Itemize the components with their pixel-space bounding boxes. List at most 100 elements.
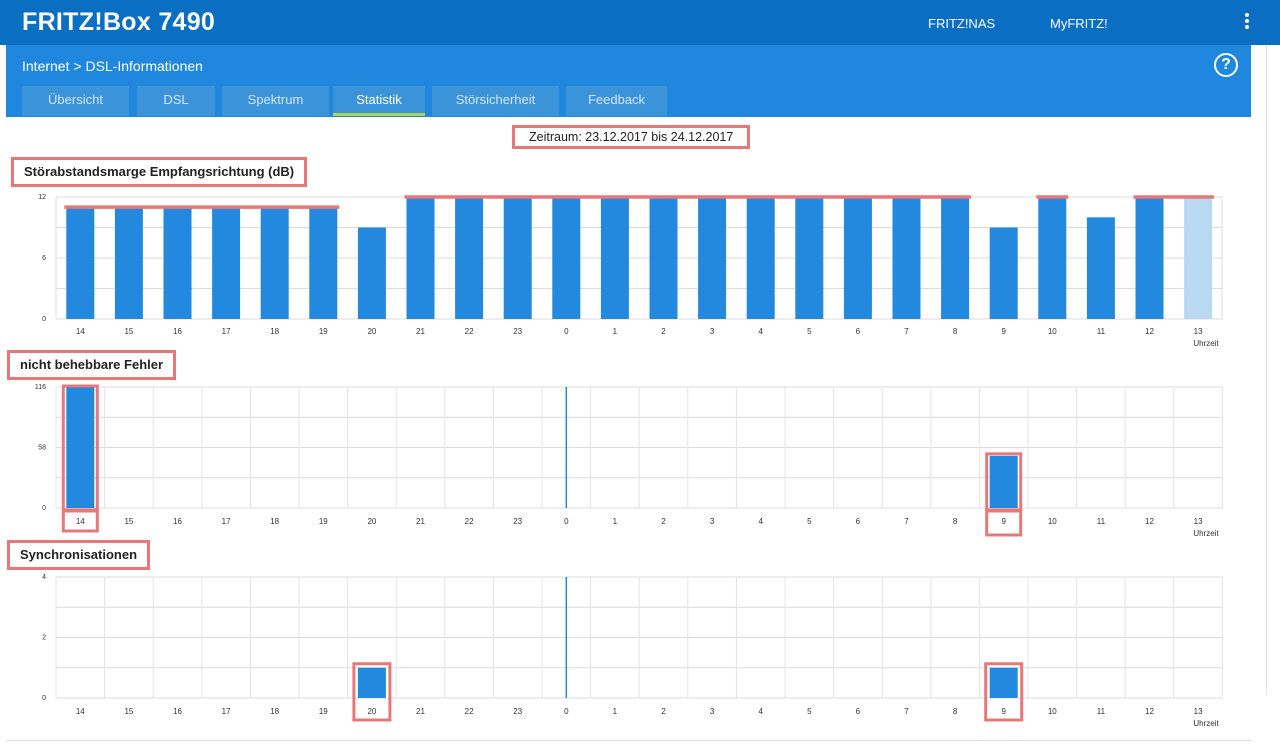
x-tick-label: 20 [367, 327, 376, 336]
x-tick-label: 14 [76, 327, 85, 336]
x-tick-label: 17 [222, 517, 231, 526]
x-tick-label: 0 [564, 707, 569, 716]
x-tick-label: 3 [710, 327, 715, 336]
x-tick-label: 4 [758, 517, 763, 526]
x-tick-label: 15 [124, 517, 133, 526]
y-tick-label: 4 [42, 574, 46, 581]
x-tick-label: 2 [661, 707, 666, 716]
bar [406, 197, 435, 319]
x-tick-label: 14 [76, 517, 85, 526]
chart3-title: Synchronisationen [7, 540, 151, 570]
x-tick-label: 21 [416, 707, 425, 716]
footer-divider [6, 740, 1251, 741]
x-tick-label: 5 [807, 707, 812, 716]
x-tick-label: 14 [76, 707, 85, 716]
x-tick-label: 13 [1194, 517, 1203, 526]
chart-1: 061214 15 16 17 18 19 20 21 22 23 0 1 2 3 4 5 6 7 8 9 10 11 12… [38, 194, 1223, 348]
bar [843, 197, 872, 319]
x-tick-label: 11 [1097, 517, 1106, 526]
bar [552, 197, 581, 319]
x-tick-label: 16 [173, 327, 182, 336]
bar [649, 197, 678, 319]
x-tick-label: 4 [758, 327, 763, 336]
x-tick-label: 19 [319, 517, 328, 526]
x-tick-label: 20 [367, 517, 376, 526]
bar [503, 197, 532, 319]
x-tick-label: 16 [173, 517, 182, 526]
x-tick-label: 8 [953, 707, 958, 716]
x-tick-label: 7 [904, 707, 909, 716]
x-tick-label: 4 [758, 707, 763, 716]
x-axis-unit-label: Uhrzeit [1193, 529, 1219, 538]
x-tick-label: 13 [1194, 327, 1203, 336]
x-tick-label: 18 [270, 327, 279, 336]
x-tick-label: 8 [953, 517, 958, 526]
x-tick-label: 0 [564, 517, 569, 526]
x-tick-label: 8 [953, 327, 958, 336]
y-tick-label: 0 [42, 316, 46, 323]
x-tick-label: 6 [856, 327, 861, 336]
x-tick-label: 22 [465, 707, 474, 716]
bar [66, 207, 95, 319]
x-tick-label: 19 [319, 327, 328, 336]
x-tick-label: 10 [1048, 517, 1057, 526]
bar [114, 207, 143, 319]
x-tick-label: 5 [807, 327, 812, 336]
x-tick-label: 6 [856, 517, 861, 526]
x-tick-label: 9 [1001, 707, 1006, 716]
chart-2: 05811614 15 16 17 18 19 20 21 22 23 0 1 2 3 4 5 6 7 8 9 10 11… [35, 384, 1223, 538]
x-tick-label: 10 [1048, 327, 1057, 336]
period-label: Zeitraum: 23.12.2017 bis 24.12.2017 [512, 125, 751, 149]
x-tick-label: 3 [710, 517, 715, 526]
x-tick-label: 1 [613, 707, 618, 716]
bar [892, 197, 921, 319]
bar [698, 197, 727, 319]
y-tick-label: 0 [42, 695, 46, 702]
x-tick-label: 22 [465, 327, 474, 336]
x-tick-label: 7 [904, 517, 909, 526]
bar [1086, 217, 1115, 319]
x-tick-label: 17 [222, 327, 231, 336]
x-tick-label: 23 [513, 707, 522, 716]
x-tick-label: 18 [270, 707, 279, 716]
bar [212, 207, 241, 319]
bar [989, 455, 1018, 508]
x-tick-label: 0 [564, 327, 569, 336]
x-tick-label: 16 [173, 707, 182, 716]
bar [357, 227, 386, 319]
x-tick-label: 12 [1145, 517, 1154, 526]
y-tick-label: 0 [42, 505, 46, 512]
y-tick-label: 6 [42, 255, 46, 262]
x-tick-label: 23 [513, 517, 522, 526]
x-tick-label: 19 [319, 707, 328, 716]
x-tick-label: 18 [270, 517, 279, 526]
x-tick-label: 22 [465, 517, 474, 526]
bar [795, 197, 824, 319]
bar [1184, 197, 1213, 319]
x-tick-label: 23 [513, 327, 522, 336]
y-tick-label: 58 [38, 445, 46, 452]
x-tick-label: 10 [1048, 707, 1057, 716]
x-axis-unit-label: Uhrzeit [1193, 339, 1219, 348]
x-tick-label: 21 [416, 327, 425, 336]
x-tick-label: 2 [661, 327, 666, 336]
y-tick-label: 116 [35, 384, 46, 391]
x-tick-label: 17 [222, 707, 231, 716]
y-tick-label: 2 [42, 635, 46, 642]
bar [600, 197, 629, 319]
x-tick-label: 2 [661, 517, 666, 526]
bar [989, 227, 1018, 319]
x-tick-label: 9 [1001, 517, 1006, 526]
x-tick-label: 11 [1097, 707, 1106, 716]
bar [1135, 197, 1164, 319]
bar [260, 207, 289, 319]
x-tick-label: 6 [856, 707, 861, 716]
x-tick-label: 20 [367, 707, 376, 716]
chart-3: 02414 15 16 17 18 19 20 21 22 23 0 1 2 3 4 5 6 7 8 9 10 11 12 1… [42, 574, 1223, 728]
x-tick-label: 5 [807, 517, 812, 526]
x-tick-label: 3 [710, 707, 715, 716]
bar [163, 207, 192, 319]
x-tick-label: 1 [613, 517, 618, 526]
x-tick-label: 7 [904, 327, 909, 336]
chart2-title: nicht behebbare Fehler [7, 350, 177, 380]
